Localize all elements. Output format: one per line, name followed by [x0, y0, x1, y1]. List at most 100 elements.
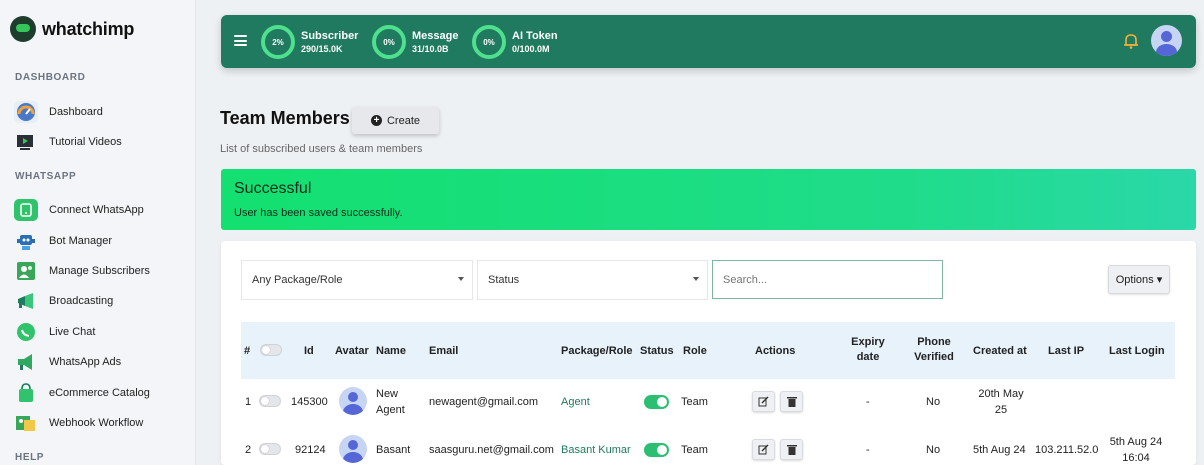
- package-role-select[interactable]: Any Package/Role: [241, 260, 473, 300]
- section-title-help: HELP: [15, 452, 45, 463]
- sidebar-item-label: Bot Manager: [49, 235, 112, 247]
- sidebar-item-ecommerce-catalog[interactable]: eCommerce Catalog: [14, 382, 150, 404]
- edit-button[interactable]: [752, 439, 775, 460]
- search-input[interactable]: [712, 260, 943, 299]
- sidebar-item-label: Tutorial Videos: [49, 136, 122, 148]
- sidebar-item-manage-subscribers[interactable]: Manage Subscribers: [14, 260, 150, 282]
- brand-logo[interactable]: whatchimp: [10, 16, 134, 42]
- sidebar-item-broadcasting[interactable]: Broadcasting: [14, 290, 113, 312]
- select-value: Any Package/Role: [252, 274, 343, 286]
- status-toggle[interactable]: [644, 395, 669, 409]
- sidebar-item-label: eCommerce Catalog: [49, 387, 150, 399]
- row-last-login: 5th Aug 24 16:04: [1109, 434, 1163, 465]
- section-title-dashboard: DASHBOARD: [15, 72, 86, 83]
- options-button[interactable]: Options ▾: [1108, 265, 1170, 294]
- sidebar-item-label: Manage Subscribers: [49, 265, 150, 277]
- header-name: Name: [376, 345, 406, 357]
- sidebar-item-label: Webhook Workflow: [49, 417, 144, 429]
- row-package[interactable]: Agent: [561, 394, 590, 410]
- broadcast-icon: [14, 290, 38, 312]
- bot-icon: [14, 230, 38, 252]
- row-expiry: -: [866, 396, 870, 408]
- row-number: 2: [245, 444, 252, 456]
- create-button[interactable]: + Create: [352, 107, 439, 134]
- header-id: Id: [304, 345, 314, 357]
- row-name: New Agent: [376, 386, 405, 418]
- select-value: Status: [488, 274, 520, 286]
- progress-ring: 0%: [372, 25, 406, 59]
- header-line: Expiry: [851, 336, 885, 348]
- row-id: 145300: [291, 396, 328, 408]
- sidebar: whatchimp DASHBOARD Dashboard Tutorial V…: [0, 0, 196, 465]
- header-last-ip: Last IP: [1048, 345, 1085, 357]
- edit-button[interactable]: [752, 391, 775, 412]
- megaphone-icon: [14, 351, 38, 373]
- row-phone-verified: No: [926, 444, 941, 456]
- shopping-bag-icon: [14, 382, 38, 404]
- create-button-label: Create: [386, 114, 421, 127]
- whatsapp-icon: [14, 199, 38, 221]
- header-expiry-date: Expiry date: [845, 335, 891, 365]
- sidebar-item-webhook-workflow[interactable]: Webhook Workflow: [14, 412, 143, 434]
- stat-message: 0% Message 31/10.0B: [372, 25, 458, 59]
- page-title: Team Members: [220, 108, 350, 128]
- header-line: date: [856, 351, 880, 363]
- alert-title: Successful: [234, 180, 312, 197]
- sidebar-item-tutorial-videos[interactable]: Tutorial Videos: [14, 131, 122, 153]
- caret-down-icon: [458, 277, 464, 281]
- header-line: Verified: [914, 351, 954, 363]
- stat-title: Message: [412, 30, 459, 42]
- edit-icon: [758, 396, 769, 407]
- row-created-at: 20th May 25: [976, 386, 1026, 418]
- status-select[interactable]: Status: [477, 260, 708, 300]
- sidebar-item-whatsapp-ads[interactable]: WhatsApp Ads: [14, 351, 121, 373]
- row-role: Team: [681, 396, 708, 408]
- delete-button[interactable]: [780, 439, 803, 460]
- sidebar-item-label: Live Chat: [49, 326, 96, 338]
- caret-down-icon: [693, 277, 699, 281]
- brand-name: whatchimp: [42, 18, 135, 39]
- trash-icon: [786, 397, 797, 407]
- header-status: Status: [640, 345, 674, 357]
- name-line: Basant: [376, 444, 411, 456]
- name-line: Agent: [376, 404, 405, 416]
- header-actions: Actions: [755, 345, 796, 357]
- progress-ring: 2%: [261, 25, 295, 59]
- speedometer-icon: [14, 101, 38, 123]
- row-last-ip: 103.211.52.0: [1035, 444, 1099, 456]
- select-all-toggle[interactable]: [260, 344, 282, 356]
- avatar: [339, 435, 367, 463]
- header-created-at: Created at: [973, 345, 1027, 357]
- section-title-whatsapp: WHATSAPP: [15, 171, 77, 182]
- sidebar-item-dashboard[interactable]: Dashboard: [14, 101, 103, 123]
- avatar: [339, 387, 367, 415]
- sidebar-item-label: Connect WhatsApp: [49, 204, 144, 216]
- sidebar-item-live-chat[interactable]: Live Chat: [14, 321, 95, 343]
- chat-icon: [14, 321, 38, 343]
- chimp-logo-icon: [10, 16, 36, 42]
- header-role: Role: [683, 345, 707, 357]
- row-name: Basant: [376, 442, 410, 458]
- progress-ring: 0%: [472, 25, 506, 59]
- row-select-toggle[interactable]: [259, 443, 281, 455]
- row-email: saasguru.net@gmail.com: [429, 444, 554, 456]
- edit-icon: [758, 444, 769, 455]
- bell-icon[interactable]: [1122, 32, 1140, 55]
- subscribers-icon: [14, 260, 38, 282]
- sidebar-item-bot-manager[interactable]: Bot Manager: [14, 230, 112, 252]
- top-bar: 2% Subscriber 290/15.0K 0% Message 31/10…: [221, 15, 1196, 68]
- header-package-role: Package/Role: [561, 345, 633, 357]
- sidebar-item-label: Dashboard: [49, 106, 103, 118]
- name-line: New: [376, 388, 399, 400]
- row-expiry: -: [866, 444, 870, 456]
- hamburger-menu-icon[interactable]: [234, 35, 247, 46]
- sidebar-item-connect-whatsapp[interactable]: Connect WhatsApp: [14, 199, 144, 221]
- delete-button[interactable]: [780, 391, 803, 412]
- row-package[interactable]: Basant Kumar: [561, 442, 631, 458]
- created-line: 25: [994, 404, 1008, 416]
- status-toggle[interactable]: [644, 443, 669, 457]
- row-select-toggle[interactable]: [259, 395, 281, 407]
- user-avatar[interactable]: [1151, 25, 1182, 56]
- stat-value: 290/15.0K: [301, 44, 343, 54]
- trash-icon: [786, 445, 797, 455]
